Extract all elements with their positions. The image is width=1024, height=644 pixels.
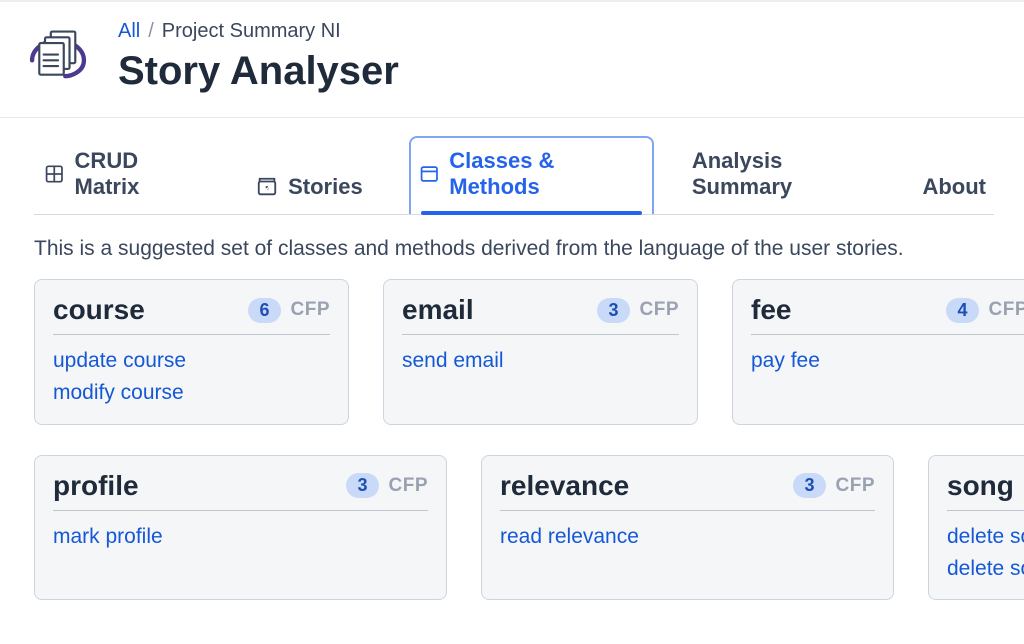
breadcrumb-separator: / (148, 20, 154, 43)
grid-icon (44, 163, 65, 185)
cfp-label: CFP (836, 475, 876, 497)
tab-classes-methods[interactable]: Classes & Methods (409, 136, 654, 214)
card-divider (947, 510, 1024, 511)
class-name: song (947, 470, 1024, 502)
class-card-song: song delete so delete so (928, 455, 1024, 601)
tab-label: Classes & Methods (449, 148, 638, 200)
method-link[interactable]: send email (402, 347, 679, 375)
class-name: course (53, 294, 248, 326)
cfp-label: CFP (640, 299, 680, 321)
tab-label: CRUD Matrix (75, 148, 201, 200)
window-icon (419, 163, 440, 185)
tab-stories[interactable]: Stories (246, 162, 379, 214)
header: All / Project Summary NI Story Analyser (0, 2, 1024, 117)
class-cards: course 6 CFP update course modify course… (34, 279, 1024, 600)
tab-label: About (922, 174, 986, 200)
card-divider (402, 334, 679, 335)
cfp-badge: 3 (597, 298, 629, 323)
header-divider (0, 117, 1024, 118)
cfp-label: CFP (389, 475, 429, 497)
card-row: course 6 CFP update course modify course… (34, 279, 1024, 425)
breadcrumb-root-link[interactable]: All (118, 20, 140, 43)
cfp-badge: 3 (793, 473, 825, 498)
class-name: fee (751, 294, 946, 326)
tabs: CRUD Matrix Stories Classes & Methods An… (34, 136, 994, 215)
tab-about[interactable]: About (914, 162, 994, 214)
method-link[interactable]: pay fee (751, 347, 1024, 375)
method-link[interactable]: mark profile (53, 523, 428, 551)
method-link[interactable]: delete so (947, 555, 1024, 583)
method-link[interactable]: read relevance (500, 523, 875, 551)
class-card-fee: fee 4 CFP pay fee (732, 279, 1024, 425)
card-row: profile 3 CFP mark profile relevance 3 C… (34, 455, 1024, 601)
card-divider (500, 510, 875, 511)
class-card-relevance: relevance 3 CFP read relevance (481, 455, 894, 601)
tab-label: Analysis Summary (692, 148, 877, 200)
class-card-course: course 6 CFP update course modify course (34, 279, 349, 425)
class-name: email (402, 294, 597, 326)
card-divider (751, 334, 1024, 335)
tab-label: Stories (288, 174, 363, 200)
cfp-label: CFP (291, 299, 331, 321)
card-divider (53, 334, 330, 335)
cfp-badge: 6 (248, 298, 280, 323)
breadcrumb-current: Project Summary NI (162, 20, 341, 43)
card-divider (53, 510, 428, 511)
method-link[interactable]: delete so (947, 523, 1024, 551)
document-stack-icon (22, 20, 94, 92)
class-name: relevance (500, 470, 793, 502)
method-link[interactable]: update course (53, 347, 330, 375)
tab-description: This is a suggested set of classes and m… (34, 237, 994, 261)
page-title: Story Analyser (118, 49, 399, 93)
class-card-email: email 3 CFP send email (383, 279, 698, 425)
stories-icon (256, 176, 278, 198)
class-name: profile (53, 470, 346, 502)
tab-crud-matrix[interactable]: CRUD Matrix (34, 136, 216, 214)
cfp-label: CFP (989, 299, 1024, 321)
tab-analysis-summary[interactable]: Analysis Summary (684, 136, 885, 214)
breadcrumb: All / Project Summary NI (118, 20, 399, 43)
cfp-badge: 4 (946, 298, 978, 323)
cfp-badge: 3 (346, 473, 378, 498)
class-card-profile: profile 3 CFP mark profile (34, 455, 447, 601)
app-logo (22, 20, 94, 92)
method-link[interactable]: modify course (53, 379, 330, 407)
